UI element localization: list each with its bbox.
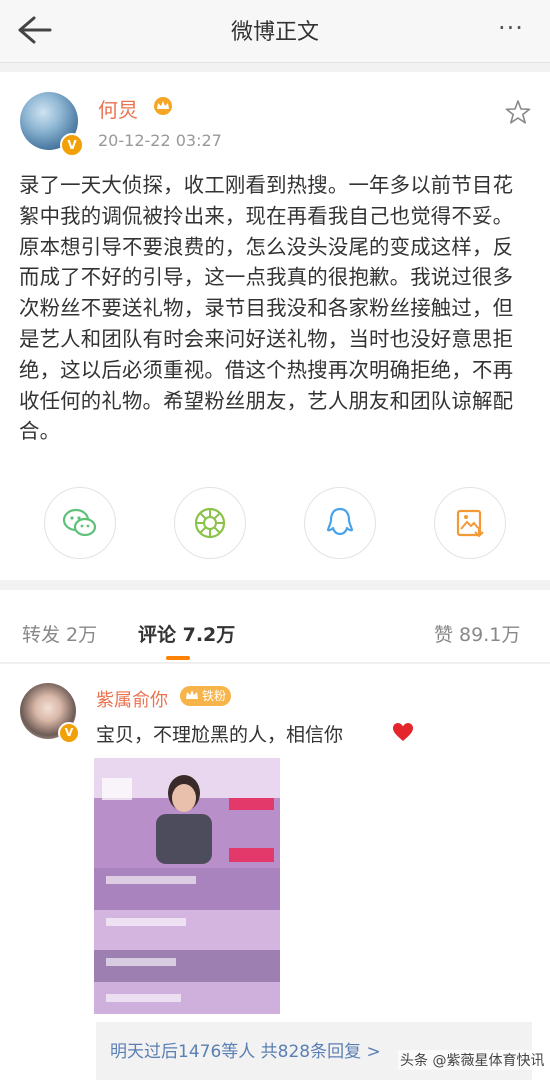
share-wechat-button[interactable]	[44, 487, 116, 559]
wechat-icon	[62, 508, 97, 537]
save-image-icon	[456, 509, 484, 538]
favorite-star-icon[interactable]	[504, 98, 532, 126]
comment-image[interactable]	[94, 758, 280, 1014]
more-dots-icon[interactable]: ···	[498, 14, 524, 42]
heart-icon	[393, 723, 413, 741]
page-title: 微博正文	[230, 20, 319, 45]
crown-icon	[154, 97, 172, 115]
share-moments-button[interactable]	[174, 487, 246, 559]
commenter-verified-badge: V	[58, 722, 80, 744]
qq-icon	[326, 507, 354, 536]
author-name[interactable]: 何炅	[98, 94, 138, 123]
share-qq-button[interactable]	[304, 487, 376, 559]
tab-comment[interactable]: 评论 7.2万	[138, 620, 235, 647]
post-time: 20-12-22 03:27	[98, 131, 222, 150]
moments-icon	[194, 507, 226, 539]
comment-text: 宝贝，不理尬黑的人，相信你	[96, 724, 344, 746]
active-tab-indicator	[166, 656, 190, 660]
tab-repost[interactable]: 转发 2万	[22, 620, 97, 647]
verified-badge: V	[60, 133, 84, 157]
commenter-name[interactable]: 紫属俞你	[96, 686, 168, 712]
watermark: 头条 @紫薇星体育快讯	[398, 1050, 547, 1070]
save-image-button[interactable]	[434, 487, 506, 559]
tab-like[interactable]: 赞 89.1万	[434, 620, 520, 647]
post-content: 录了一天大侦探，收工刚看到热搜。一年多以前节目花絮中我的调侃被拎出来，现在再看我…	[19, 173, 514, 444]
replies-link[interactable]: 明天过后1476等人 共828条回复 >	[110, 1037, 381, 1062]
fan-badge-icon	[186, 690, 198, 699]
